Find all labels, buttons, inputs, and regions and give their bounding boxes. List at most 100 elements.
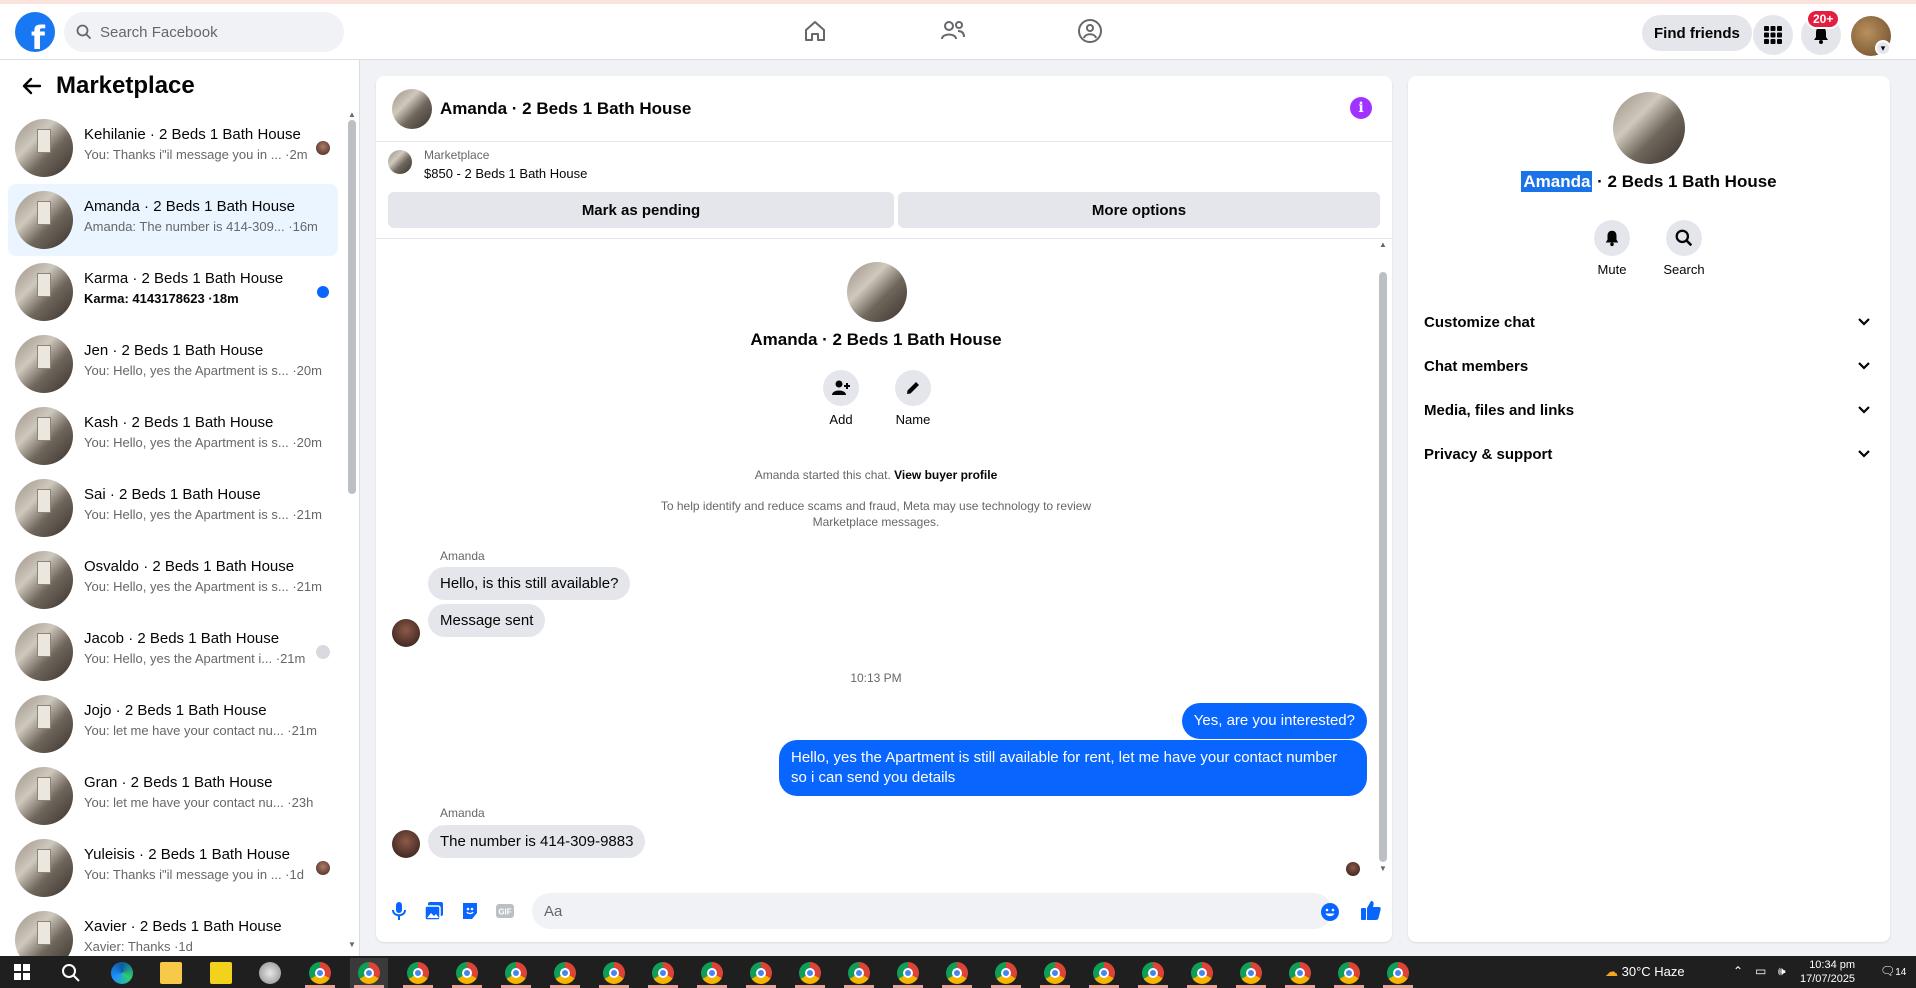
file-explorer-icon[interactable] bbox=[160, 962, 182, 984]
sender-avatar[interactable] bbox=[392, 830, 420, 858]
add-button[interactable]: Add bbox=[811, 370, 871, 427]
details-avatar[interactable] bbox=[1613, 92, 1685, 164]
conversation-item[interactable]: Gran · 2 Beds 1 Bath House You: let me ha… bbox=[8, 760, 338, 832]
chrome-browser-icon[interactable] bbox=[995, 962, 1017, 984]
info-icon[interactable]: i bbox=[1350, 97, 1372, 119]
chrome-browser-icon[interactable] bbox=[603, 962, 625, 984]
conversation-item[interactable]: Kash · 2 Beds 1 Bath House You: Hello, ye… bbox=[8, 400, 338, 472]
listing-thumbnail bbox=[15, 551, 73, 609]
chevron-down-icon bbox=[1854, 312, 1874, 332]
volume-icon[interactable]: 🕪 bbox=[1778, 964, 1786, 979]
more-options-button[interactable]: More options bbox=[898, 192, 1380, 228]
gif-icon[interactable]: GIF bbox=[494, 900, 516, 922]
chrome-browser-icon[interactable] bbox=[554, 962, 576, 984]
chevron-down-icon[interactable]: ▾ bbox=[1875, 40, 1891, 56]
emoji-icon[interactable] bbox=[1319, 901, 1341, 923]
mute-button[interactable]: Mute bbox=[1582, 220, 1642, 277]
friends-icon[interactable] bbox=[938, 16, 968, 46]
name-button[interactable]: Name bbox=[883, 370, 943, 427]
scrollbar[interactable] bbox=[348, 120, 356, 494]
outgoing-message[interactable]: Yes, are you interested? bbox=[1181, 703, 1367, 739]
conversation-item[interactable]: Yuleisis · 2 Beds 1 Bath House You: Thank… bbox=[8, 832, 338, 904]
conversation-title: Kash · 2 Beds 1 Bath House bbox=[84, 414, 274, 431]
chat-avatar[interactable] bbox=[392, 89, 432, 129]
message-input[interactable] bbox=[532, 893, 1332, 929]
chrome-browser-icon[interactable] bbox=[456, 962, 478, 984]
outgoing-message[interactable]: Hello, yes the Apartment is still availa… bbox=[779, 740, 1367, 796]
chrome-browser-icon[interactable] bbox=[505, 962, 527, 984]
conversation-item[interactable]: Kehilanie · 2 Beds 1 Bath House You: Than… bbox=[8, 112, 338, 184]
weather-widget[interactable]: ☁ 30°C Haze bbox=[1605, 964, 1685, 980]
conversation-item[interactable]: Karma · 2 Beds 1 Bath House Karma: 414317… bbox=[8, 256, 338, 328]
chrome-browser-icon[interactable] bbox=[1289, 962, 1311, 984]
chat-title[interactable]: Amanda · 2 Beds 1 Bath House bbox=[440, 99, 691, 119]
scroll-up-arrow-icon[interactable]: ▲ bbox=[348, 110, 356, 119]
chevron-up-icon[interactable]: ⌃ bbox=[1733, 964, 1743, 978]
chat-members-section[interactable]: Chat members bbox=[1408, 344, 1890, 388]
conversation-item[interactable]: Jojo · 2 Beds 1 Bath House You: let me ha… bbox=[8, 688, 338, 760]
sticky-notes-icon[interactable] bbox=[210, 962, 232, 984]
privacy-support-section[interactable]: Privacy & support bbox=[1408, 432, 1890, 476]
scroll-down-arrow-icon[interactable]: ▼ bbox=[1379, 864, 1387, 873]
like-icon[interactable] bbox=[1360, 899, 1382, 921]
chrome-browser-icon[interactable] bbox=[407, 962, 429, 984]
chrome-browser-icon[interactable] bbox=[309, 962, 331, 984]
search-in-chat-button[interactable]: Search bbox=[1654, 220, 1714, 277]
chrome-browser-icon[interactable] bbox=[848, 962, 870, 984]
chrome-browser-icon[interactable] bbox=[799, 962, 821, 984]
notification-center-icon[interactable]: 🗨14 bbox=[1880, 964, 1906, 978]
conversation-item[interactable]: Amanda · 2 Beds 1 Bath House Amanda: The … bbox=[8, 184, 338, 256]
sticker-icon[interactable] bbox=[459, 900, 481, 922]
chrome-browser-icon[interactable] bbox=[1338, 962, 1360, 984]
network-icon[interactable]: ▭ bbox=[1755, 964, 1766, 978]
facebook-logo[interactable]: f bbox=[15, 12, 55, 52]
conversation-item[interactable]: Jacob · 2 Beds 1 Bath House You: Hello, y… bbox=[8, 616, 338, 688]
chrome-browser-icon[interactable] bbox=[750, 962, 772, 984]
chrome-browser-icon[interactable] bbox=[701, 962, 723, 984]
chrome-browser-icon[interactable] bbox=[652, 962, 674, 984]
search-input[interactable] bbox=[100, 23, 320, 41]
customize-chat-section[interactable]: Customize chat bbox=[1408, 300, 1890, 344]
back-arrow-icon[interactable] bbox=[20, 74, 44, 98]
menu-button[interactable] bbox=[1753, 15, 1793, 55]
home-icon[interactable] bbox=[800, 16, 830, 46]
photo-icon[interactable] bbox=[423, 900, 445, 922]
scroll-down-arrow-icon[interactable]: ▼ bbox=[348, 940, 356, 949]
conversation-item[interactable]: Osvaldo · 2 Beds 1 Bath House You: Hello,… bbox=[8, 544, 338, 616]
sender-avatar[interactable] bbox=[392, 619, 420, 647]
search-icon[interactable] bbox=[60, 962, 82, 984]
system-clock[interactable]: 10:34 pm 17/07/2025 bbox=[1800, 958, 1855, 986]
listing-price: $850 - 2 Beds 1 Bath House bbox=[424, 166, 588, 181]
conversation-item[interactable]: Jen · 2 Beds 1 Bath House You: Hello, yes… bbox=[8, 328, 338, 400]
media-files-links-section[interactable]: Media, files and links bbox=[1408, 388, 1890, 432]
chrome-browser-icon[interactable] bbox=[1240, 962, 1262, 984]
find-friends-button[interactable]: Find friends bbox=[1642, 15, 1752, 51]
chrome-browser-icon[interactable] bbox=[1044, 962, 1066, 984]
panel-title: Marketplace bbox=[56, 72, 195, 99]
groups-icon[interactable] bbox=[1075, 16, 1105, 46]
selected-text: Amanda bbox=[1521, 171, 1593, 192]
chrome-browser-icon[interactable] bbox=[358, 962, 380, 984]
top-navigation-bar: f Find friends 20+ ▾ bbox=[0, 0, 1916, 60]
chrome-browser-icon[interactable] bbox=[1387, 962, 1409, 984]
chevron-down-icon bbox=[1854, 400, 1874, 420]
chrome-browser-icon[interactable] bbox=[1093, 962, 1115, 984]
edge-browser-icon[interactable] bbox=[111, 962, 133, 984]
chrome-browser-icon[interactable] bbox=[897, 962, 919, 984]
incoming-message[interactable]: Message sent bbox=[428, 604, 546, 637]
search-facebook-box[interactable] bbox=[64, 12, 344, 52]
incoming-message[interactable]: The number is 414-309-9883 bbox=[428, 825, 646, 858]
chrome-browser-icon[interactable] bbox=[1142, 962, 1164, 984]
windows-start-icon[interactable] bbox=[14, 964, 30, 980]
incoming-message[interactable]: Hello, is this still available? bbox=[428, 567, 631, 600]
scroll-up-arrow-icon[interactable]: ▲ bbox=[1379, 240, 1387, 249]
conversation-item[interactable]: Sai · 2 Beds 1 Bath House You: Hello, yes… bbox=[8, 472, 338, 544]
chrome-browser-icon[interactable] bbox=[1191, 962, 1213, 984]
chat-scrollbar[interactable] bbox=[1379, 272, 1387, 862]
mark-as-pending-button[interactable]: Mark as pending bbox=[388, 192, 894, 228]
app-icon[interactable] bbox=[259, 962, 281, 984]
chrome-browser-icon[interactable] bbox=[946, 962, 968, 984]
view-buyer-profile-link[interactable]: View buyer profile bbox=[894, 468, 997, 482]
search-icon bbox=[1675, 229, 1693, 247]
microphone-icon[interactable] bbox=[388, 900, 410, 922]
